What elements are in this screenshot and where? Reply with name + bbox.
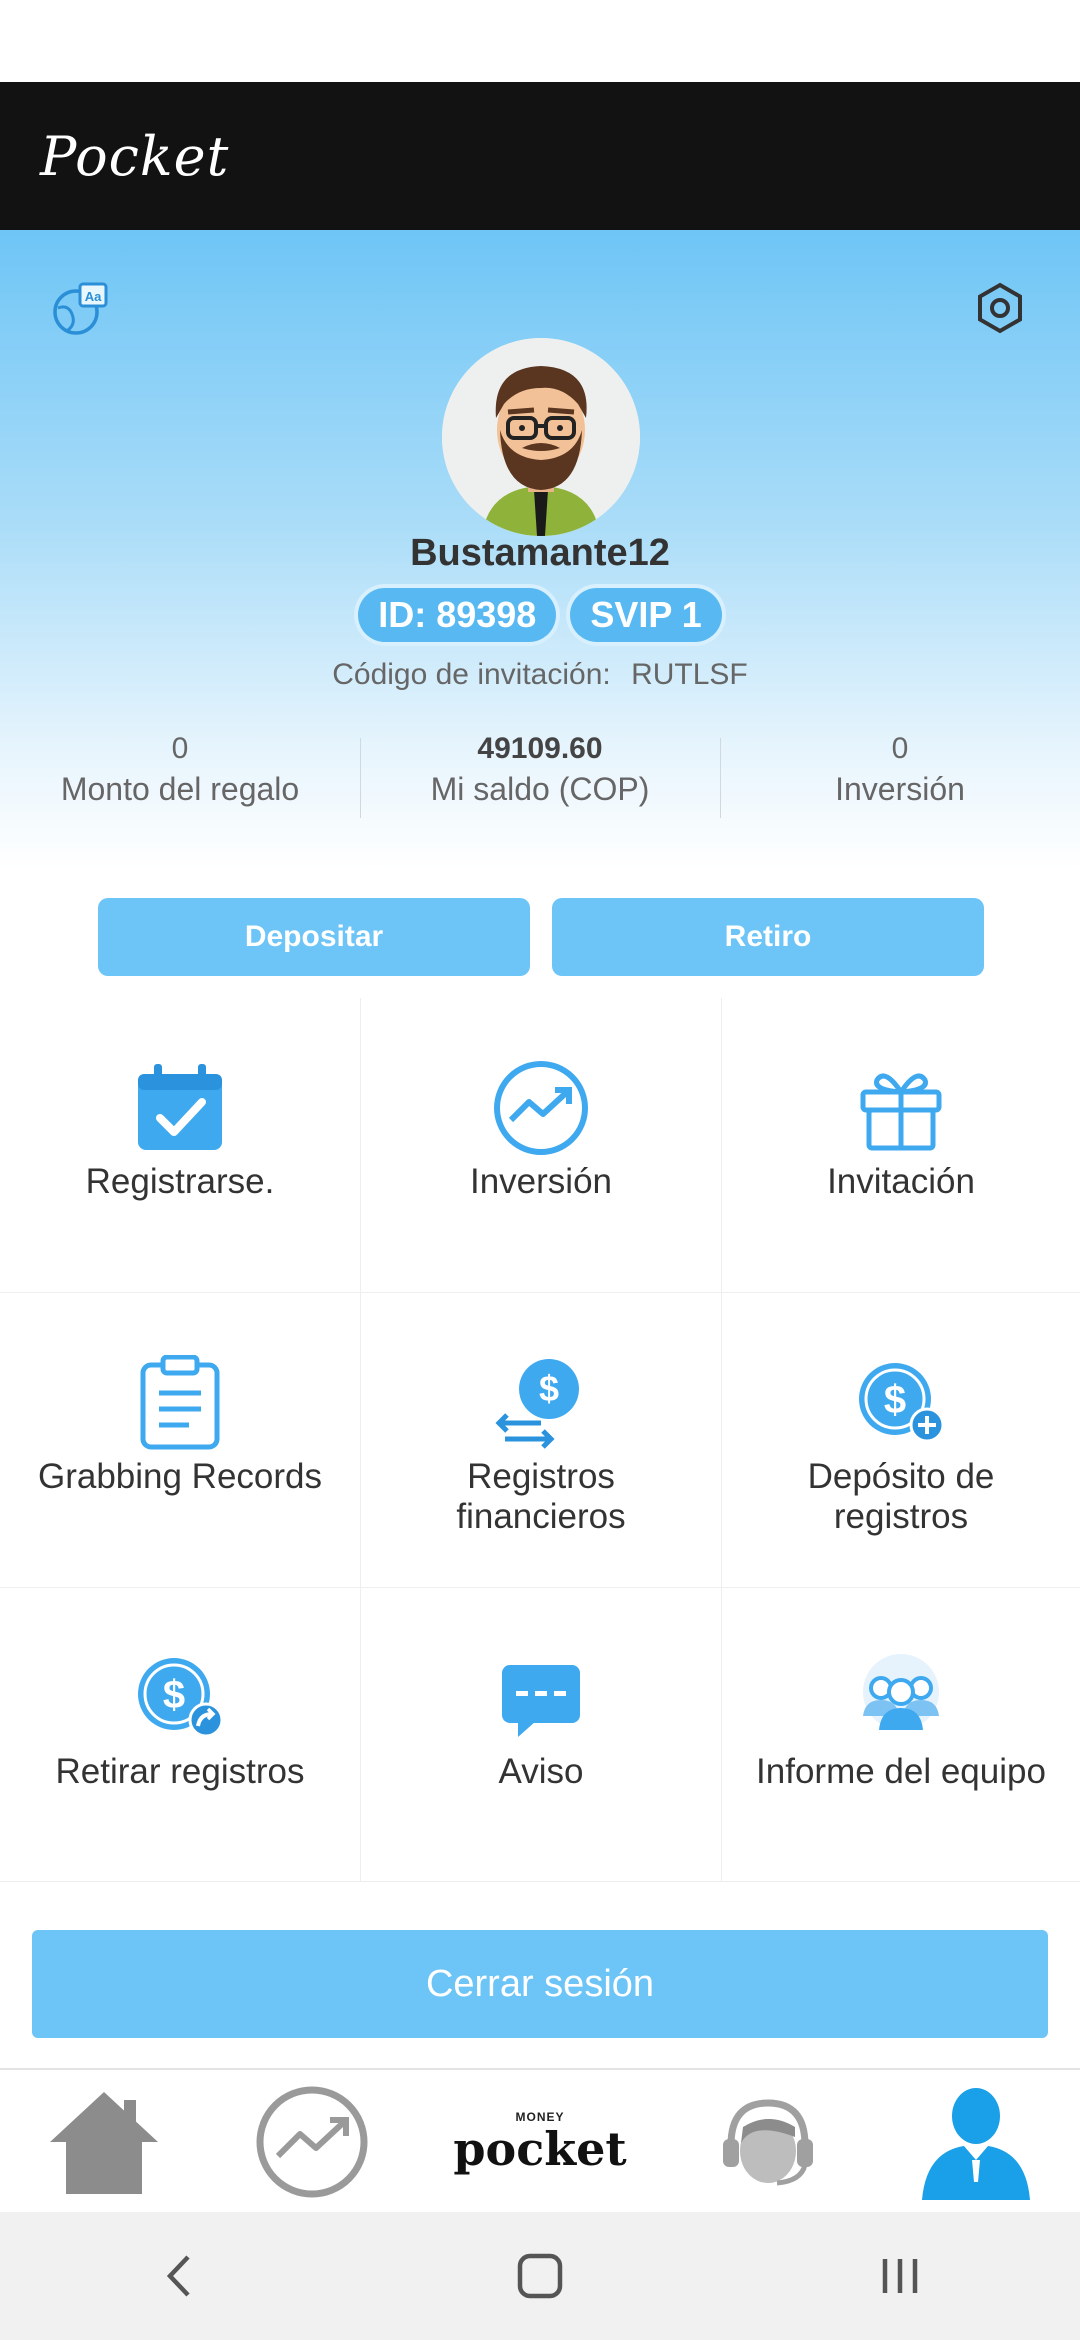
invite-code-value[interactable]: RUTLSF: [631, 658, 748, 691]
home-button[interactable]: [480, 2236, 600, 2316]
menu-item-grabbing-records[interactable]: Grabbing Records: [0, 1293, 361, 1588]
action-buttons: Depositar Retiro: [98, 898, 984, 976]
stats-row: 0 Monto del regalo 49109.60 Mi saldo (CO…: [0, 730, 1080, 830]
home-icon: [50, 2092, 158, 2194]
home-square-icon: [517, 2253, 563, 2299]
svg-text:$: $: [884, 1378, 906, 1422]
invite-code-label: Código de invitación:: [332, 658, 611, 691]
money-withdraw-icon: $: [130, 1648, 230, 1748]
user-icon: [922, 2088, 1030, 2200]
nav-logo[interactable]: MONEY pocket: [445, 2077, 635, 2207]
customer-support-icon: [723, 2099, 813, 2186]
logo-main-text: pocket: [453, 2122, 627, 2176]
stat-investment: 0 Inversión: [720, 730, 1080, 830]
money-plus-icon: $: [851, 1353, 951, 1453]
nav-profile[interactable]: [901, 2077, 1051, 2207]
menu-grid: Registrarse. Inversión Invitación Grabbi…: [0, 998, 1080, 1882]
menu-item-financial-records[interactable]: $ Registros financieros: [361, 1293, 722, 1588]
stat-label: Monto del regalo: [60, 771, 300, 807]
app-title: Pocket: [40, 124, 230, 188]
menu-item-label: Informe del equipo: [756, 1752, 1046, 1791]
team-icon: [851, 1648, 951, 1748]
trend-chart-icon: [491, 1058, 591, 1158]
vip-level-badge: SVIP 1: [570, 588, 722, 642]
stat-balance: 49109.60 Mi saldo (COP): [360, 730, 720, 830]
stat-value: 49109.60: [477, 732, 603, 765]
nav-support[interactable]: [693, 2077, 843, 2207]
badge-row: ID: 89398 SVIP 1: [0, 588, 1080, 642]
message-icon: [491, 1648, 591, 1748]
back-button[interactable]: [120, 2236, 240, 2316]
withdraw-button[interactable]: Retiro: [552, 898, 984, 976]
user-id-badge: ID: 89398: [358, 588, 557, 642]
app-bar: Pocket: [0, 82, 1080, 230]
stat-label: Inversión: [835, 771, 965, 807]
menu-item-label: Inversión: [469, 1162, 613, 1201]
menu-item-label: Registrarse.: [85, 1162, 275, 1201]
recents-icon: [882, 2259, 918, 2293]
money-transfer-icon: $: [491, 1353, 591, 1453]
system-nav-bar: [0, 2212, 1080, 2340]
calendar-check-icon: [130, 1058, 230, 1158]
gift-icon: [851, 1058, 951, 1158]
settings-icon[interactable]: [968, 276, 1032, 340]
menu-item-label: Aviso: [498, 1752, 584, 1791]
username: Bustamante12: [410, 532, 670, 574]
avatar[interactable]: [442, 338, 640, 536]
language-icon[interactable]: Aa: [48, 276, 112, 340]
recents-button[interactable]: [840, 2236, 960, 2316]
menu-item-withdraw-records[interactable]: $ Retirar registros: [0, 1588, 361, 1882]
invite-code-line: Código de invitación: RUTLSF: [0, 658, 1080, 692]
nav-investment[interactable]: [237, 2077, 387, 2207]
menu-item-label: Retirar registros: [55, 1752, 305, 1791]
menu-item-label: Invitación: [827, 1162, 975, 1201]
trend-chart-icon: [256, 2086, 368, 2198]
logout-button[interactable]: Cerrar sesión: [32, 1930, 1048, 2038]
menu-item-invitation[interactable]: Invitación: [722, 998, 1080, 1293]
back-chevron-icon: [166, 2255, 190, 2297]
clipboard-icon: [130, 1353, 230, 1453]
menu-item-deposit-records[interactable]: $ Depósito de registros: [722, 1293, 1080, 1588]
bottom-nav: MONEY pocket: [0, 2068, 1080, 2214]
menu-item-label: Registros financieros: [456, 1457, 626, 1536]
menu-item-investment[interactable]: Inversión: [361, 998, 722, 1293]
stat-value: 0: [891, 732, 909, 765]
menu-item-label: Depósito de registros: [807, 1457, 995, 1536]
svg-text:Aa: Aa: [85, 289, 102, 304]
svg-text:$: $: [539, 1368, 559, 1409]
status-bar: [0, 0, 1080, 82]
nav-home[interactable]: [29, 2077, 179, 2207]
stat-gift-amount: 0 Monto del regalo: [0, 730, 360, 830]
stat-label: Mi saldo (COP): [430, 771, 650, 807]
menu-item-register[interactable]: Registrarse.: [0, 998, 361, 1293]
svg-text:$: $: [163, 1673, 185, 1717]
deposit-button[interactable]: Depositar: [98, 898, 530, 976]
menu-item-team-report[interactable]: Informe del equipo: [722, 1588, 1080, 1882]
menu-item-notice[interactable]: Aviso: [361, 1588, 722, 1882]
stat-value: 0: [171, 732, 189, 765]
menu-item-label: Grabbing Records: [37, 1457, 323, 1496]
profile-header: Aa Bustamante12 ID: 89398 SVIP 1 Código …: [0, 230, 1080, 870]
